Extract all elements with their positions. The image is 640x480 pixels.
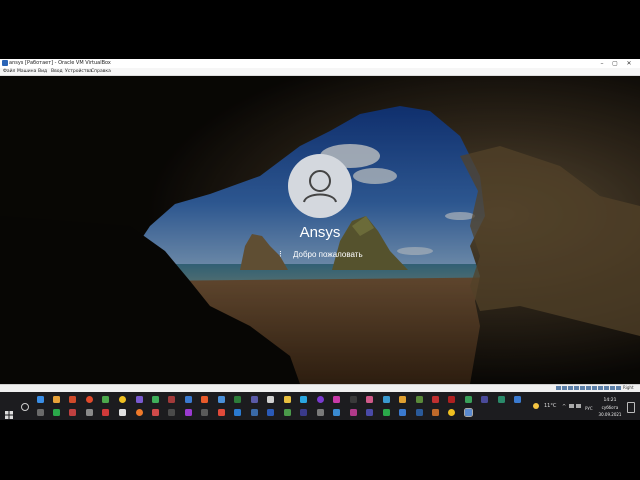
taskbar-app-icon[interactable] [448, 396, 455, 403]
taskbar-app-icon[interactable] [350, 396, 357, 403]
taskbar-app-icon[interactable] [416, 396, 423, 403]
weather-sun-icon[interactable] [533, 403, 539, 409]
username: Ansys [299, 224, 341, 241]
taskbar-app-icon[interactable] [432, 409, 439, 416]
taskbar-app-icon[interactable] [234, 409, 241, 416]
maximize-icon[interactable]: ▢ [609, 59, 621, 68]
taskbar-app-icon[interactable] [86, 409, 93, 416]
taskbar-app-icon[interactable] [136, 409, 143, 416]
taskbar-app-icon[interactable] [448, 409, 455, 416]
taskbar-app-icon[interactable] [185, 396, 192, 403]
weather-temp[interactable]: 11°C [544, 403, 556, 409]
taskbar-app-icon[interactable] [102, 396, 109, 403]
taskbar-app-icon[interactable] [53, 409, 60, 416]
folder-icon[interactable] [284, 396, 291, 403]
taskbar-app-icon[interactable] [234, 396, 241, 403]
clock-weekday[interactable]: суббота [598, 405, 622, 410]
viber-icon[interactable] [317, 396, 324, 403]
taskbar-app-icon[interactable] [168, 396, 175, 403]
firefox-icon[interactable] [86, 396, 93, 403]
user-avatar-icon [288, 154, 352, 218]
taskbar-app-icon[interactable] [152, 409, 159, 416]
taskbar-app-icon[interactable] [498, 396, 505, 403]
taskbar-app-icon[interactable] [251, 409, 258, 416]
search-icon[interactable] [21, 403, 29, 411]
taskbar-app-icon[interactable] [251, 396, 258, 403]
language-indicator[interactable]: РУС [585, 406, 593, 411]
cpu-indicator-icon[interactable] [604, 386, 609, 390]
taskbar-app-icon[interactable] [333, 396, 340, 403]
taskbar-app-icon[interactable] [267, 409, 274, 416]
taskbar-app-icon[interactable] [218, 396, 225, 403]
audio-indicator-icon[interactable] [568, 386, 573, 390]
usb-indicator-icon[interactable] [580, 386, 585, 390]
menu-machine[interactable]: Машина [17, 68, 36, 75]
menu-help[interactable]: Справка [91, 68, 111, 75]
windows-start-icon[interactable] [5, 404, 13, 419]
menu-view[interactable]: Вид [38, 68, 47, 75]
taskbar-app-icon[interactable] [300, 409, 307, 416]
optical-indicator-icon[interactable] [562, 386, 567, 390]
taskbar-app-icon[interactable] [350, 409, 357, 416]
shared-folders-indicator-icon[interactable] [586, 386, 591, 390]
mouse-integration-icon[interactable] [610, 386, 615, 390]
taskbar-app-icon[interactable] [366, 396, 373, 403]
telegram-icon[interactable] [300, 396, 307, 403]
taskbar-app-icon[interactable] [201, 396, 208, 403]
notifications-icon[interactable] [627, 402, 635, 413]
hdd-indicator-icon[interactable] [556, 386, 561, 390]
taskbar-app-icon[interactable] [267, 396, 274, 403]
taskbar-app-icon[interactable] [152, 396, 159, 403]
taskbar-app-icon[interactable] [465, 396, 472, 403]
taskbar-app-icon[interactable] [37, 409, 44, 416]
tray-chevron-up-icon[interactable]: ^ [562, 404, 566, 410]
menu-input[interactable]: Ввод [51, 68, 63, 75]
taskbar-app-icon[interactable] [399, 409, 406, 416]
taskbar-app-icon[interactable] [317, 409, 324, 416]
taskbar-app-icon[interactable] [102, 409, 109, 416]
taskbar-app-icon[interactable] [201, 409, 208, 416]
close-icon[interactable]: ✕ [623, 59, 635, 68]
clock-date[interactable]: 30.09.2021 [598, 412, 622, 417]
taskbar-app-icon[interactable] [481, 396, 488, 403]
window-title: ansys [Работает] - Oracle VM VirtualBox [9, 60, 111, 66]
taskbar-app-icon[interactable] [416, 409, 423, 416]
minimize-icon[interactable]: – [596, 59, 608, 68]
menu-devices[interactable]: Устройства [65, 68, 92, 75]
taskbar-app-icon[interactable] [284, 409, 291, 416]
taskbar-app-icon[interactable] [514, 396, 521, 403]
taskbar-app-icon[interactable] [69, 396, 76, 403]
clock-time[interactable]: 14:21 [598, 398, 622, 403]
taskbar-app-icon[interactable] [168, 409, 175, 416]
taskbar-app-icon[interactable] [383, 396, 390, 403]
taskbar-app-icon[interactable] [333, 409, 340, 416]
taskbar-app-icon[interactable] [218, 409, 225, 416]
taskbar-app-icon[interactable] [383, 409, 390, 416]
taskbar-app-icon[interactable] [37, 396, 44, 403]
loading-spinner-icon: ⁝ [279, 250, 282, 260]
virtualbox-taskbar-icon[interactable] [464, 408, 473, 417]
keyboard-indicator-icon[interactable] [616, 386, 621, 390]
network-icon[interactable] [576, 404, 581, 408]
tray-app-icon[interactable] [569, 404, 574, 408]
taskbar-app-icon[interactable] [53, 396, 60, 403]
taskbar-app-icon[interactable] [185, 409, 192, 416]
network-indicator-icon[interactable] [574, 386, 579, 390]
virtualbox-app-icon [2, 60, 8, 66]
taskbar-app-icon[interactable] [366, 409, 373, 416]
display-indicator-icon[interactable] [592, 386, 597, 390]
taskbar-app-icon[interactable] [69, 409, 76, 416]
taskbar-app-icon[interactable] [399, 396, 406, 403]
recording-indicator-icon[interactable] [598, 386, 603, 390]
menu-file[interactable]: Файл [3, 68, 15, 75]
yandex-browser-icon[interactable] [119, 396, 126, 403]
taskbar-app-icon[interactable] [119, 409, 126, 416]
welcome-status: Добро пожаловать [293, 250, 363, 259]
taskbar-app-icon[interactable] [432, 396, 439, 403]
taskbar-app-icon[interactable] [136, 396, 143, 403]
